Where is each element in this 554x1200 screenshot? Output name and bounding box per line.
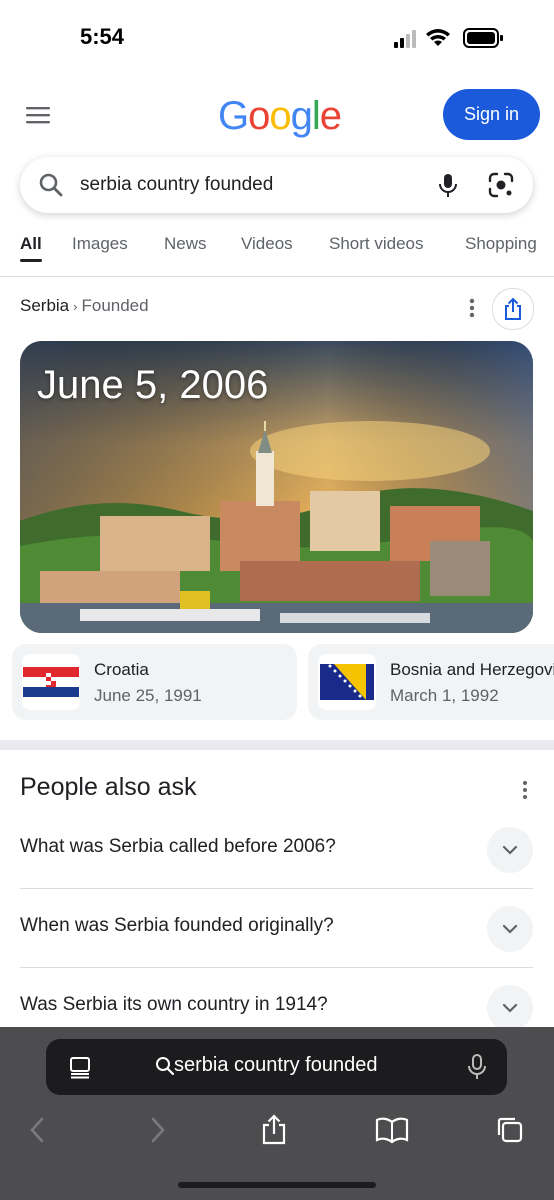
tab-images[interactable]: Images — [72, 234, 128, 254]
more-options-icon[interactable] — [512, 777, 538, 803]
bosnia-flag-icon — [320, 664, 374, 700]
paa-question-text: What was Serbia called before 2006? — [20, 836, 336, 857]
expand-button[interactable] — [487, 827, 533, 873]
chevron-down-icon — [502, 924, 518, 934]
status-icons — [394, 28, 503, 48]
microphone-icon[interactable] — [467, 1053, 487, 1081]
home-indicator — [178, 1182, 376, 1188]
people-also-ask-title: People also ask — [20, 773, 197, 801]
share-icon — [505, 297, 521, 320]
book-icon — [375, 1117, 409, 1144]
logo-letter: e — [319, 94, 342, 138]
chevron-right-icon — [151, 1117, 165, 1143]
share-button[interactable] — [492, 288, 534, 330]
paa-question[interactable]: When was Serbia founded originally? — [20, 889, 533, 968]
flag-container — [318, 654, 376, 710]
cellular-signal-icon — [394, 30, 416, 48]
breadcrumb-separator: › — [73, 299, 78, 314]
chevron-left-icon — [30, 1117, 44, 1143]
more-options-icon[interactable] — [458, 294, 486, 322]
paa-question-text: When was Serbia founded originally? — [20, 915, 334, 936]
paa-question-text: Was Serbia its own country in 1914? — [20, 994, 328, 1015]
related-card-bosnia[interactable]: Bosnia and Herzegovina March 1, 1992 — [308, 644, 554, 720]
logo-letter: o — [269, 94, 291, 138]
breadcrumb-entity[interactable]: Serbia — [20, 296, 69, 315]
section-divider — [0, 740, 554, 750]
tabs-button[interactable] — [490, 1110, 530, 1150]
breadcrumb: Serbia › Founded — [20, 296, 149, 316]
status-time: 5:54 — [80, 24, 125, 49]
tabs-icon — [497, 1117, 523, 1143]
croatia-flag-icon — [23, 667, 79, 697]
tab-all[interactable]: All — [20, 234, 42, 254]
tab-news[interactable]: News — [164, 234, 207, 254]
chevron-down-icon — [502, 1003, 518, 1013]
share-button[interactable] — [254, 1110, 294, 1150]
tab-videos[interactable]: Videos — [241, 234, 293, 254]
related-country-name: Croatia — [94, 660, 149, 679]
wifi-icon — [426, 29, 450, 46]
battery-icon — [463, 28, 503, 48]
logo-letter: G — [218, 94, 249, 138]
forward-button[interactable] — [137, 1110, 177, 1150]
answer-hero-image[interactable]: June 5, 2006 — [20, 341, 533, 633]
active-tab-indicator — [20, 259, 42, 262]
related-country-date: March 1, 1992 — [390, 686, 499, 705]
search-icon — [156, 1057, 175, 1076]
page-menu-icon[interactable] — [68, 1055, 92, 1079]
logo-letter: o — [248, 94, 270, 138]
address-text[interactable]: serbia country founded — [174, 1054, 377, 1077]
search-input[interactable]: serbia country founded — [80, 174, 435, 196]
related-card-croatia[interactable]: Croatia June 25, 1991 — [12, 644, 297, 720]
logo-letter: g — [290, 94, 313, 138]
paa-question[interactable]: What was Serbia called before 2006? — [20, 810, 533, 889]
google-lens-icon[interactable] — [487, 171, 515, 199]
google-logo[interactable]: Google — [218, 94, 342, 139]
tab-shopping[interactable]: Shopping — [465, 234, 537, 254]
flag-container — [22, 654, 80, 710]
address-bar[interactable]: serbia country founded — [46, 1039, 507, 1095]
search-tabs: All Images News Videos Short videos Shop… — [0, 230, 554, 277]
expand-button[interactable] — [487, 906, 533, 952]
back-button[interactable] — [18, 1110, 58, 1150]
menu-icon[interactable] — [24, 100, 54, 130]
microphone-icon[interactable] — [435, 172, 461, 198]
share-icon — [262, 1114, 286, 1145]
search-box[interactable]: serbia country founded — [20, 157, 533, 213]
answer-date: June 5, 2006 — [37, 363, 269, 407]
related-country-name: Bosnia and Herzegovina — [390, 660, 554, 679]
sign-in-button[interactable]: Sign in — [443, 89, 540, 140]
chevron-down-icon — [502, 845, 518, 855]
bookmarks-button[interactable] — [372, 1110, 412, 1150]
expand-button[interactable] — [487, 985, 533, 1031]
tab-short-videos[interactable]: Short videos — [329, 234, 424, 254]
breadcrumb-attribute: Founded — [81, 296, 149, 315]
search-icon — [39, 173, 63, 197]
logo-letter: l — [311, 94, 321, 138]
related-country-date: June 25, 1991 — [94, 686, 202, 705]
